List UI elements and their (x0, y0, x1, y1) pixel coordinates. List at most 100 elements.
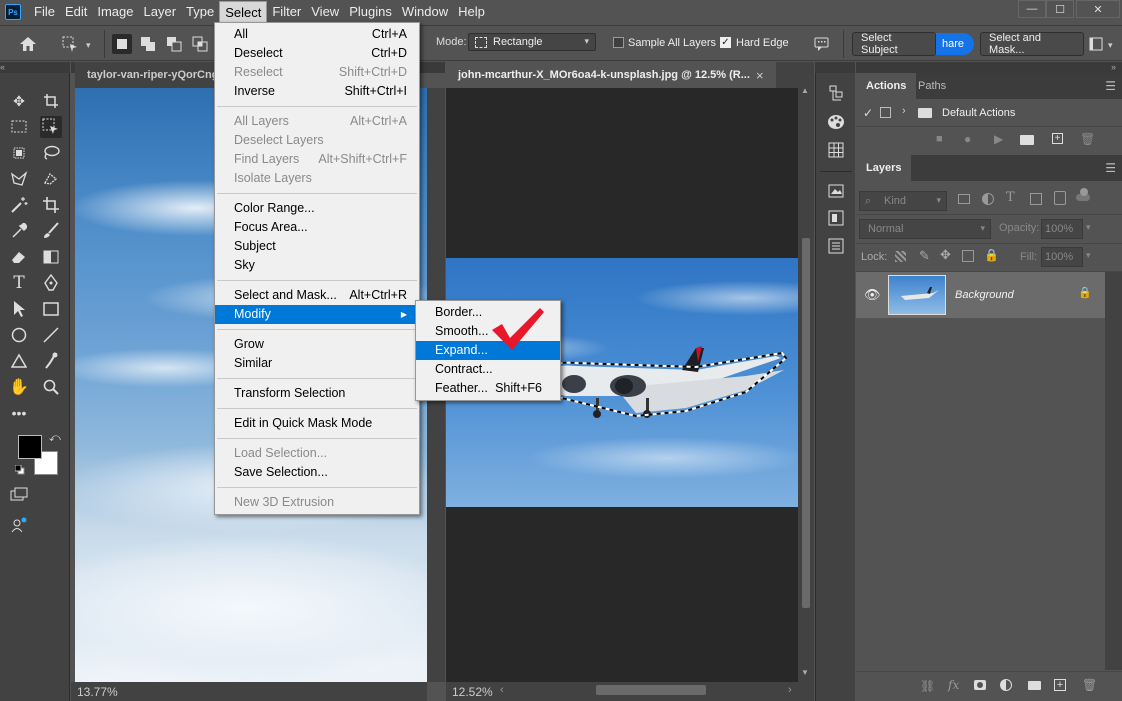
layer-style-icon[interactable]: fx (948, 678, 959, 692)
lock-transparent-icon[interactable] (895, 251, 906, 262)
record-icon[interactable]: ● (964, 132, 971, 146)
new-layer-icon[interactable]: + (1054, 679, 1066, 691)
dialog-toggle-icon[interactable] (880, 107, 891, 118)
layer-lock-icon[interactable]: 🔒 (1078, 286, 1092, 299)
modify-menu-item-contract[interactable]: Contract... (416, 360, 560, 379)
rectangular-marquee-icon[interactable] (8, 116, 30, 138)
select-menu-item-deselect[interactable]: Deselect Ctrl+D (215, 44, 419, 63)
tab-paths[interactable]: Paths (908, 73, 956, 99)
swatches-grid-icon[interactable] (825, 139, 847, 161)
ellipse-tool-icon[interactable] (8, 324, 30, 346)
menu-edit[interactable]: Edit (60, 1, 92, 23)
select-menu-item-select-and-mask[interactable]: Select and Mask... Alt+Ctrl+R (215, 286, 419, 305)
object-selection-tool-icon[interactable] (40, 116, 62, 138)
menu-select[interactable]: Select (219, 1, 268, 23)
select-menu-item-save-selection[interactable]: Save Selection... (215, 463, 419, 482)
panel-menu-icon[interactable]: ☰ (1105, 79, 1116, 93)
document-tab-1[interactable]: taylor-van-riper-yQorCng (75, 62, 215, 88)
filter-toggle[interactable] (1076, 188, 1090, 201)
swap-colors-icon[interactable]: ⤺ (49, 432, 61, 445)
lock-artboard-icon[interactable] (962, 250, 974, 262)
scrollbar-thumb[interactable] (802, 238, 810, 608)
pen-tool-icon[interactable] (40, 272, 62, 294)
close-tab-icon[interactable]: × (756, 68, 764, 83)
delete-icon[interactable]: 🗑 (1080, 132, 1095, 146)
chevron-down-icon[interactable]: ▾ (86, 40, 91, 51)
color-palette-icon[interactable] (825, 111, 847, 133)
menu-layer[interactable]: Layer (139, 1, 182, 23)
menu-plugins[interactable]: Plugins (344, 1, 397, 23)
menu-help[interactable]: Help (453, 1, 490, 23)
new-selection-icon[interactable] (112, 34, 132, 54)
chevron-down-icon[interactable]: ▾ (1086, 222, 1091, 233)
delete-layer-icon[interactable]: 🗑 (1082, 678, 1097, 692)
panel-menu-icon[interactable]: ☰ (1105, 161, 1116, 175)
stop-icon[interactable]: ■ (936, 133, 943, 145)
chevron-down-icon[interactable]: ▾ (1086, 250, 1091, 261)
filter-shape-icon[interactable] (1030, 193, 1042, 205)
document-tab-2[interactable]: john-mcarthur-X_MOr6oa4-k-unsplash.jpg @… (446, 62, 776, 88)
chevron-right-icon[interactable]: › (902, 105, 906, 117)
select-subject-button[interactable]: Select Subject (852, 32, 936, 56)
path-selection-icon[interactable] (8, 298, 30, 320)
type-tool-icon[interactable]: T (8, 272, 30, 294)
select-menu-item-transform-selection[interactable]: Transform Selection (215, 384, 419, 403)
blend-mode-select[interactable]: Normal ▾ (859, 219, 991, 239)
new-action-icon[interactable]: + (1052, 133, 1063, 144)
visibility-eye-icon[interactable]: 👁 (864, 287, 881, 303)
layer-row[interactable]: 👁 Background 🔒 (856, 272, 1105, 318)
add-mask-icon[interactable] (974, 680, 986, 690)
libraries-icon[interactable] (825, 179, 847, 201)
layer-name[interactable]: Background (955, 289, 1014, 301)
eraser-tool-icon[interactable] (8, 246, 30, 268)
line-tool-icon[interactable] (40, 324, 62, 346)
select-menu-item-sky[interactable]: Sky (215, 256, 419, 275)
new-set-folder-icon[interactable] (1020, 135, 1034, 145)
fill-input[interactable]: 100% (1041, 247, 1083, 267)
hand-tool-icon[interactable]: ✋ (8, 376, 30, 398)
new-group-icon[interactable] (1028, 681, 1041, 690)
lock-position-icon[interactable]: ✥ (940, 247, 951, 263)
panel-strip-collapse[interactable] (815, 62, 855, 73)
select-menu-item-edit-in-quick-mask-mode[interactable]: Edit in Quick Mask Mode (215, 414, 419, 433)
layer-filter-select[interactable]: ⌕ Kind ▾ (859, 191, 947, 211)
maximize-button[interactable]: ☐ (1046, 0, 1074, 18)
triangle-tool-icon[interactable] (8, 350, 30, 372)
menu-type[interactable]: Type (181, 1, 219, 23)
more-tools-icon[interactable]: ••• (8, 402, 30, 424)
filter-smart-object-icon[interactable] (1054, 191, 1066, 205)
filter-pixel-icon[interactable] (958, 194, 970, 204)
magic-wand-icon[interactable] (8, 194, 30, 216)
select-and-mask-button[interactable]: Select and Mask... (980, 32, 1084, 56)
select-menu-item-grow[interactable]: Grow (215, 335, 419, 354)
scroll-up-icon[interactable]: ▲ (801, 86, 809, 95)
scroll-left-icon[interactable]: ‹ (500, 684, 504, 696)
zoom-tool-icon[interactable] (40, 376, 62, 398)
home-icon[interactable] (18, 34, 38, 54)
link-layers-icon[interactable]: ⛓ (920, 679, 935, 693)
vertical-scrollbar[interactable]: ▲ ▼ (798, 86, 814, 682)
history-icon[interactable] (825, 83, 847, 105)
select-menu-item-focus-area[interactable]: Focus Area... (215, 218, 419, 237)
lock-all-icon[interactable]: 🔒 (984, 248, 999, 262)
chevron-down-icon[interactable]: ▾ (1108, 40, 1113, 51)
smudge-tool-icon[interactable] (40, 350, 62, 372)
check-icon[interactable]: ✓ (863, 106, 873, 120)
quick-mask-icon[interactable] (8, 484, 30, 506)
subtract-from-selection-icon[interactable] (164, 34, 184, 54)
scroll-right-icon[interactable]: › (788, 684, 792, 696)
comment-icon[interactable] (812, 34, 832, 54)
minimize-button[interactable]: — (1018, 0, 1046, 18)
lock-image-icon[interactable]: ✎ (919, 248, 930, 264)
close-window-button[interactable]: ✕ (1076, 0, 1120, 18)
gradient-tool-icon[interactable] (40, 246, 62, 268)
action-set-row[interactable]: ✓ › Default Actions (856, 101, 1122, 127)
sample-all-layers-checkbox[interactable] (613, 37, 624, 48)
foreground-color-swatch[interactable] (18, 435, 42, 459)
adjustments-icon[interactable] (825, 235, 847, 257)
select-menu-item-modify[interactable]: Modify ▶ (215, 305, 419, 324)
menu-image[interactable]: Image (92, 1, 138, 23)
filter-type-icon[interactable]: T (1006, 190, 1015, 205)
filter-adjustment-icon[interactable] (982, 193, 994, 205)
crop-select-icon[interactable] (8, 142, 30, 164)
